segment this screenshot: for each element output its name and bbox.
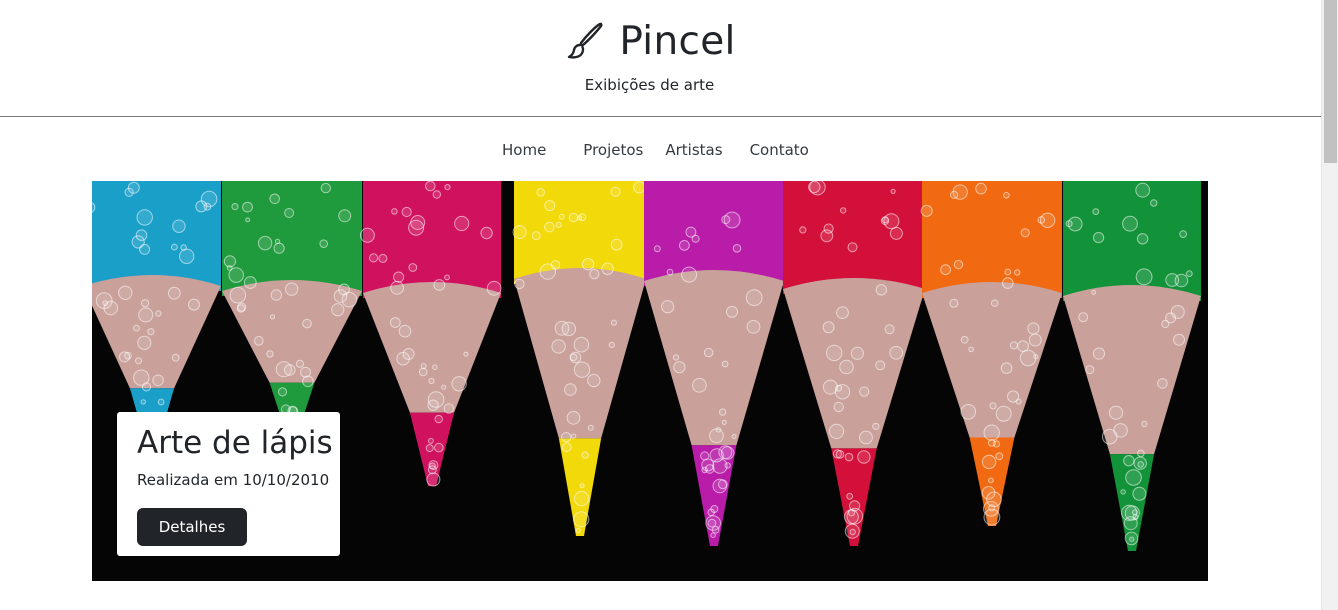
hero-caption-date: Realizada em 10/10/2010: [137, 471, 330, 489]
nav-link-projetos[interactable]: Projetos: [583, 137, 643, 163]
nav-link-home[interactable]: Home: [502, 137, 546, 163]
main-nav: Home Projetos Artistas Contato: [484, 137, 809, 163]
brand[interactable]: Pincel: [0, 18, 1299, 66]
pencil-4: [644, 181, 784, 546]
pencil-3: [512, 181, 646, 536]
pencil-6: [920, 181, 1062, 526]
site-header: Pincel Exibições de arte: [0, 0, 1321, 117]
viewport: Pincel Exibições de arte Home Projetos A…: [0, 0, 1321, 610]
pencil-2: [359, 181, 502, 487]
pencil-5: [783, 181, 925, 546]
hero-caption-title: Arte de lápis: [137, 425, 333, 461]
pencil-7: [1063, 181, 1201, 551]
details-button[interactable]: Detalhes: [137, 508, 247, 546]
nav-link-artistas[interactable]: Artistas: [665, 137, 722, 163]
scrollbar-thumb[interactable]: [1324, 0, 1337, 163]
hero-caption-card: Arte de lápis Realizada em 10/10/2010 De…: [117, 412, 340, 556]
pencil-1: [222, 181, 362, 439]
page: Pincel Exibições de arte Home Projetos A…: [0, 0, 1338, 610]
nav-link-contato[interactable]: Contato: [750, 137, 809, 163]
hero-banner: Arte de lápis Realizada em 10/10/2010 De…: [92, 181, 1208, 581]
paintbrush-icon: [563, 21, 605, 63]
pencil-0: [92, 181, 221, 451]
site-tagline: Exibições de arte: [584, 76, 715, 94]
site-title: Pincel: [619, 19, 736, 64]
vertical-scrollbar[interactable]: [1321, 0, 1338, 610]
